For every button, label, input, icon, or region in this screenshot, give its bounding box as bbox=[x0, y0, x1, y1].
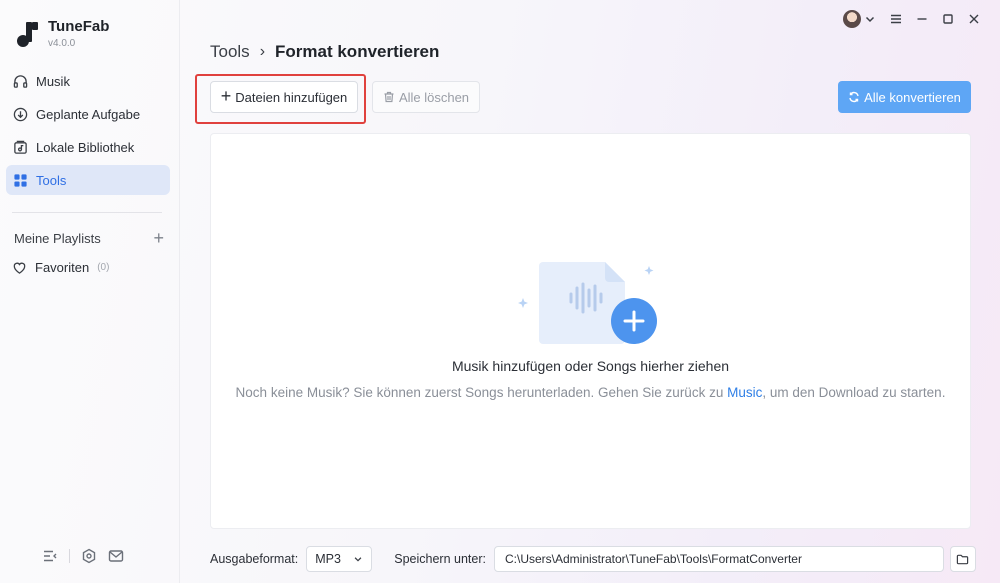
save-location-label: Speichern unter: bbox=[394, 552, 486, 566]
convert-all-button[interactable]: Alle konvertieren bbox=[838, 81, 971, 113]
menu-icon[interactable] bbox=[890, 13, 902, 25]
page-title: Format konvertieren bbox=[275, 42, 440, 61]
output-settings-bar: Ausgabeformat: MP3 Speichern unter: C:\U… bbox=[210, 546, 976, 572]
app-name: TuneFab bbox=[48, 18, 110, 35]
settings-hexagon-icon[interactable] bbox=[81, 548, 97, 564]
favorites-count: (0) bbox=[97, 262, 110, 273]
drop-zone-hint: Noch keine Musik? Sie können zuerst Song… bbox=[211, 385, 970, 400]
window-controls bbox=[843, 10, 980, 28]
output-format-label: Ausgabeformat: bbox=[210, 552, 299, 566]
save-path-field[interactable]: C:\Users\Administrator\TuneFab\Tools\For… bbox=[493, 546, 944, 572]
sidebar-item-label: Geplante Aufgabe bbox=[36, 106, 141, 122]
add-music-file-illustration bbox=[518, 262, 657, 344]
breadcrumb: Tools › Format konvertieren bbox=[210, 42, 439, 62]
sidebar-footer bbox=[42, 548, 124, 564]
mail-icon[interactable] bbox=[108, 548, 124, 564]
convert-all-label: Alle konvertieren bbox=[864, 89, 961, 105]
my-playlists-label: Meine Playlists bbox=[14, 230, 101, 246]
browse-folder-button[interactable] bbox=[949, 546, 976, 572]
library-icon bbox=[14, 140, 27, 154]
sidebar-item-label: Tools bbox=[36, 172, 67, 188]
sidebar-item-musik[interactable]: Musik bbox=[6, 66, 170, 96]
sidebar-nav: Musik Geplante Aufgabe Lokale Bibliothek… bbox=[6, 66, 170, 198]
trash-icon bbox=[384, 91, 394, 103]
tunefab-logo-icon bbox=[17, 22, 38, 47]
breadcrumb-parent[interactable]: Tools bbox=[210, 42, 250, 62]
maximize-icon[interactable] bbox=[942, 13, 954, 25]
drop-zone-title: Musik hinzufügen oder Songs hierher zieh… bbox=[451, 358, 730, 374]
clear-all-label: Alle löschen bbox=[398, 89, 470, 105]
sidebar-item-tools[interactable]: Tools bbox=[6, 165, 170, 195]
music-link[interactable]: Music bbox=[727, 385, 762, 400]
sidebar-divider bbox=[12, 212, 162, 213]
app-version: v4.0.0 bbox=[48, 38, 76, 49]
chevron-down-icon bbox=[354, 557, 362, 562]
hint-text-before: Noch keine Musik? Sie können zuerst Song… bbox=[235, 385, 728, 400]
hint-text-after: , um den Download zu starten. bbox=[762, 385, 946, 400]
favorites-label: Favoriten bbox=[35, 260, 90, 275]
sidebar-item-label: Lokale Bibliothek bbox=[36, 139, 135, 155]
close-icon[interactable] bbox=[968, 13, 980, 25]
collapse-menu-icon[interactable] bbox=[42, 548, 58, 564]
add-playlist-icon[interactable]: + bbox=[153, 229, 164, 247]
folder-icon bbox=[957, 554, 969, 564]
clear-all-button[interactable]: Alle löschen bbox=[372, 81, 480, 113]
breadcrumb-separator: › bbox=[259, 43, 266, 60]
minimize-icon[interactable] bbox=[916, 13, 928, 25]
headphones-icon bbox=[13, 74, 28, 88]
sidebar-item-favoriten[interactable]: Favoriten (0) bbox=[12, 260, 109, 275]
chevron-down-icon bbox=[865, 16, 875, 23]
grid-icon bbox=[14, 173, 27, 187]
sidebar-item-lokale-bibliothek[interactable]: Lokale Bibliothek bbox=[6, 132, 170, 162]
avatar bbox=[843, 10, 861, 28]
sidebar: TuneFab v4.0.0 Musik Geplante Aufgabe Lo… bbox=[0, 0, 180, 583]
refresh-icon bbox=[849, 91, 859, 103]
highlight-frame bbox=[195, 74, 366, 124]
my-playlists-header: Meine Playlists + bbox=[14, 229, 164, 247]
download-circle-icon bbox=[13, 107, 28, 121]
output-format-value: MP3 bbox=[315, 552, 341, 566]
output-format-select[interactable]: MP3 bbox=[306, 546, 373, 572]
account-menu[interactable] bbox=[843, 10, 876, 28]
sidebar-item-label: Musik bbox=[36, 73, 70, 89]
footer-separator bbox=[69, 549, 70, 563]
brand: TuneFab v4.0.0 bbox=[16, 18, 109, 49]
heart-icon bbox=[13, 262, 26, 274]
sidebar-item-geplante-aufgabe[interactable]: Geplante Aufgabe bbox=[6, 99, 170, 129]
drop-zone[interactable]: Musik hinzufügen oder Songs hierher zieh… bbox=[210, 133, 971, 529]
